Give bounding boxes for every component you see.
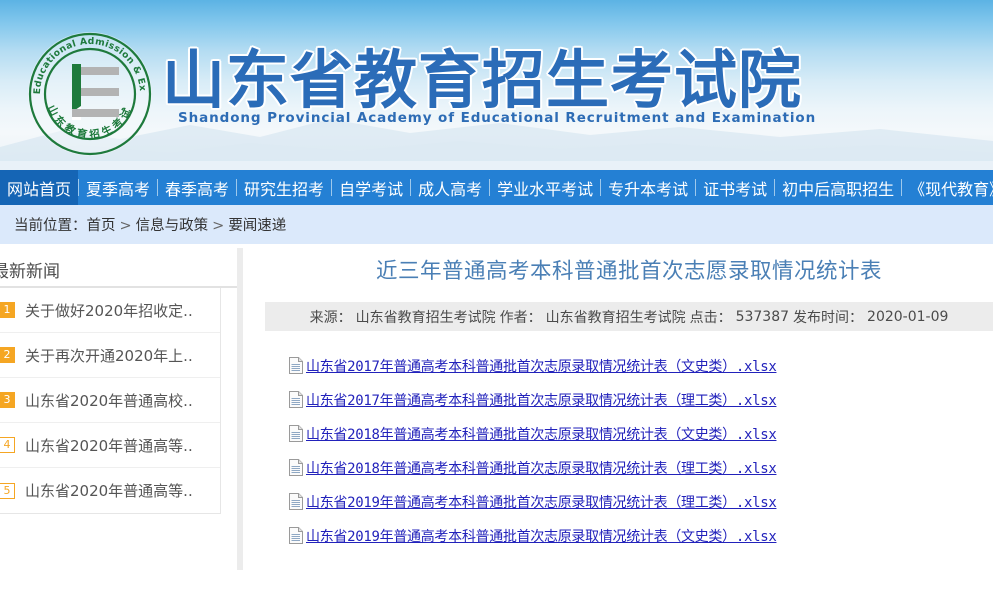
- article-meta-bar: 来源： 山东省教育招生考试院 作者： 山东省教育招生考试院 点击： 537387…: [265, 302, 993, 331]
- news-item-label: 关于做好2020年招收定..: [25, 300, 193, 321]
- nav-item-2[interactable]: 夏季高考: [79, 170, 157, 205]
- nav-item-9[interactable]: 证书考试: [696, 170, 774, 205]
- breadcrumb-separator-icon: >: [208, 218, 228, 234]
- document-icon: [289, 357, 303, 374]
- sidebar-heading-label: 最新新闻: [0, 257, 60, 282]
- list-item[interactable]: 3 山东省2020年普通高校..: [0, 378, 220, 423]
- nav-item-11[interactable]: 《现代教育》: [902, 170, 993, 205]
- attachment-link-1[interactable]: 山东省2017年普通高考本科普通批首次志原录取情况统计表（文史类）.xlsx: [306, 356, 776, 376]
- attachment-row[interactable]: 山东省2018年普通高考本科普通批首次志原录取情况统计表（文史类）.xlsx: [289, 417, 993, 451]
- attachment-link-2[interactable]: 山东省2017年普通高考本科普通批首次志原录取情况统计表（理工类）.xlsx: [306, 390, 776, 410]
- nav-item-10[interactable]: 初中后高职招生: [775, 170, 901, 205]
- nav-item-4[interactable]: 研究生招考: [237, 170, 331, 205]
- meta-date-label: 发布时间：: [791, 307, 865, 327]
- news-rank-badge: 3: [0, 392, 15, 408]
- news-rank-badge: 4: [0, 437, 15, 453]
- news-item-label: 山东省2020年普通高等..: [25, 435, 193, 456]
- document-icon: [289, 425, 303, 442]
- document-icon: [289, 527, 303, 544]
- site-title-chinese: 山东省教育招生考试院: [162, 30, 802, 121]
- meta-author-label: 作者：: [498, 307, 544, 327]
- list-item[interactable]: 4 山东省2020年普通高等..: [0, 423, 220, 468]
- news-rank-badge: 2: [0, 347, 15, 363]
- meta-hits-value: 537387: [734, 309, 791, 325]
- breadcrumb-item-2[interactable]: 信息与政策: [136, 218, 209, 234]
- sidebar-heading: 最新新闻: [0, 252, 237, 288]
- breadcrumb-item-1[interactable]: 首页: [87, 218, 116, 234]
- news-item-label: 山东省2020年普通高校..: [25, 390, 193, 411]
- news-rank-badge: 5: [0, 483, 15, 499]
- document-icon: [289, 493, 303, 510]
- nav-item-3[interactable]: 春季高考: [158, 170, 236, 205]
- meta-author-value: 山东省教育招生考试院: [544, 307, 688, 327]
- attachment-row[interactable]: 山东省2019年普通高考本科普通批首次志原录取情况统计表（文史类）.xlsx: [289, 519, 993, 553]
- latest-news-sidebar: 最新新闻 1 关于做好2020年招收定.. 2 关于再次开通2020年上.. 3 山东省2…: [0, 244, 237, 598]
- attachment-link-5[interactable]: 山东省2019年普通高考本科普通批首次志原录取情况统计表（理工类）.xlsx: [306, 492, 776, 512]
- page-title: 近三年普通高考本科普通批首次志愿录取情况统计表: [265, 254, 993, 285]
- nav-item-7[interactable]: 学业水平考试: [490, 170, 600, 205]
- meta-source-value: 山东省教育招生考试院: [354, 307, 498, 327]
- list-item[interactable]: 2 关于再次开通2020年上..: [0, 333, 220, 378]
- list-item[interactable]: 5 山东省2020年普通高等..: [0, 468, 220, 513]
- news-rank-badge: 1: [0, 302, 15, 318]
- news-item-label: 关于再次开通2020年上..: [25, 345, 193, 366]
- main-navigation-bar: 网站首页夏季高考春季高考研究生招考自学考试成人高考学业水平考试专升本考试证书考试…: [0, 170, 993, 205]
- nav-item-5[interactable]: 自学考试: [332, 170, 410, 205]
- site-title-english: Shandong Provincial Academy of Education…: [178, 110, 816, 126]
- news-item-label: 山东省2020年普通高等..: [25, 480, 193, 501]
- attachment-row[interactable]: 山东省2019年普通高考本科普通批首次志原录取情况统计表（理工类）.xlsx: [289, 485, 993, 519]
- breadcrumb-prefix: 当前位置：: [14, 218, 87, 234]
- page-body: 最新新闻 1 关于做好2020年招收定.. 2 关于再次开通2020年上.. 3 山东省2…: [0, 244, 993, 598]
- nav-item-1[interactable]: 网站首页: [0, 170, 78, 205]
- meta-date-value: 2020-01-09: [865, 309, 950, 325]
- meta-source-label: 来源：: [308, 307, 354, 327]
- nav-item-6[interactable]: 成人高考: [411, 170, 489, 205]
- breadcrumb-item-3[interactable]: 要闻速递: [228, 218, 286, 234]
- attachment-row[interactable]: 山东省2018年普通高考本科普通批首次志原录取情况统计表（理工类）.xlsx: [289, 451, 993, 485]
- academy-seal-logo: Shandong Educational Admission & Examina…: [22, 26, 158, 162]
- news-list: 1 关于做好2020年招收定.. 2 关于再次开通2020年上.. 3 山东省2020年普…: [0, 288, 221, 514]
- document-icon: [289, 391, 303, 408]
- list-item[interactable]: 1 关于做好2020年招收定..: [0, 288, 220, 333]
- meta-hits-label: 点击：: [688, 307, 734, 327]
- attachment-link-3[interactable]: 山东省2018年普通高考本科普通批首次志原录取情况统计表（文史类）.xlsx: [306, 424, 776, 444]
- attachment-link-6[interactable]: 山东省2019年普通高考本科普通批首次志原录取情况统计表（文史类）.xlsx: [306, 526, 776, 546]
- attachment-list: 山东省2017年普通高考本科普通批首次志原录取情况统计表（文史类）.xlsx 山东…: [265, 349, 993, 553]
- breadcrumb-separator-icon: >: [116, 218, 136, 234]
- attachment-row[interactable]: 山东省2017年普通高考本科普通批首次志原录取情况统计表（理工类）.xlsx: [289, 383, 993, 417]
- document-icon: [289, 459, 303, 476]
- attachment-row[interactable]: 山东省2017年普通高考本科普通批首次志原录取情况统计表（文史类）.xlsx: [289, 349, 993, 383]
- breadcrumb: 当前位置：首页>信息与政策>要闻速递: [0, 205, 993, 244]
- attachment-link-4[interactable]: 山东省2018年普通高考本科普通批首次志原录取情况统计表（理工类）.xlsx: [306, 458, 776, 478]
- nav-item-8[interactable]: 专升本考试: [601, 170, 695, 205]
- site-header-banner: Shandong Educational Admission & Examina…: [0, 0, 993, 170]
- article-main-column: 近三年普通高考本科普通批首次志愿录取情况统计表 来源： 山东省教育招生考试院 作…: [243, 244, 993, 598]
- breadcrumb-text: 当前位置：首页>信息与政策>要闻速递: [14, 214, 286, 235]
